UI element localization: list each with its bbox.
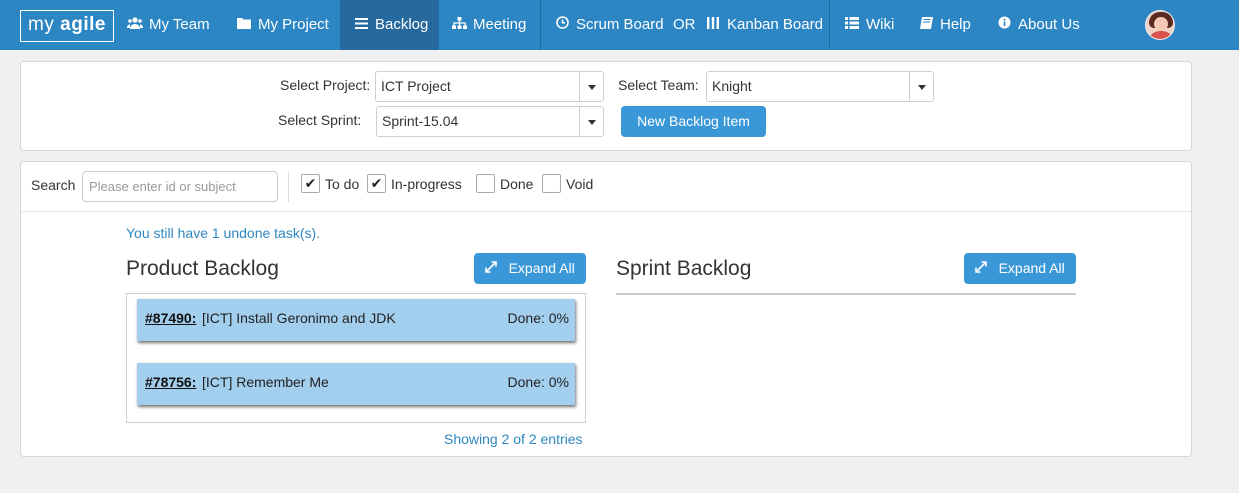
clock-icon — [554, 0, 570, 50]
project-label: Select Project: — [280, 77, 371, 93]
project-select[interactable]: ICT Project — [375, 71, 604, 102]
search-label: Search — [31, 177, 76, 193]
nav-my-team[interactable]: My Team — [127, 0, 210, 50]
team-select[interactable]: Knight — [706, 71, 934, 102]
backlog-item[interactable]: #87490: [ICT] Install Geronimo and JDK D… — [137, 299, 575, 341]
backlog-item-subject: [ICT] Install Geronimo and JDK — [202, 310, 396, 326]
columns-icon — [705, 0, 721, 50]
backlog-item-subject: [ICT] Remember Me — [202, 374, 329, 390]
folder-icon — [236, 0, 252, 50]
th-list-icon — [844, 0, 860, 50]
nav-divider — [829, 0, 830, 50]
users-icon — [127, 0, 143, 50]
sprint-expand-all-button[interactable]: Expand All — [964, 253, 1076, 284]
sprint-select[interactable]: Sprint-15.04 — [376, 106, 604, 137]
filter-bar: Search ✔ To do ✔ In-progress Done Void — [21, 162, 1191, 212]
sprint-backlog-title: Sprint Backlog — [616, 257, 752, 280]
chevron-down-icon — [579, 107, 603, 136]
info-icon — [996, 0, 1012, 50]
nav-divider — [540, 0, 541, 50]
todo-checkbox[interactable]: ✔ — [301, 174, 320, 193]
nav-scrum-board[interactable]: Scrum Board — [554, 0, 664, 50]
backlog-item-progress: Done: 0% — [507, 310, 569, 326]
done-label: Done — [500, 176, 534, 192]
list-icon — [353, 0, 369, 50]
sprint-backlog-list — [616, 293, 1076, 295]
search-input[interactable] — [82, 171, 278, 202]
brand-logo[interactable]: my agile — [20, 10, 114, 42]
nav-about-us[interactable]: About Us — [996, 0, 1080, 50]
expand-icon — [485, 261, 500, 276]
nav-wiki[interactable]: Wiki — [844, 0, 894, 50]
filter-divider — [288, 172, 289, 202]
undone-task-notice: You still have 1 undone task(s). — [126, 225, 321, 241]
chevron-down-icon — [579, 72, 603, 101]
expand-icon — [975, 261, 990, 276]
in-progress-label: In-progress — [391, 176, 462, 192]
chevron-down-icon — [909, 72, 933, 101]
entries-count: Showing 2 of 2 entries — [444, 431, 583, 447]
product-backlog-list: #87490: [ICT] Install Geronimo and JDK D… — [126, 293, 586, 423]
product-expand-all-button[interactable]: Expand All — [474, 253, 586, 284]
nav-my-project[interactable]: My Project — [236, 0, 329, 50]
user-avatar[interactable] — [1145, 10, 1175, 40]
void-label: Void — [566, 176, 594, 192]
backlog-item-id[interactable]: #78756: — [145, 374, 196, 390]
backlog-item[interactable]: #78756: [ICT] Remember Me Done: 0% — [137, 363, 575, 405]
todo-label: To do — [325, 176, 360, 192]
book-icon — [918, 0, 934, 50]
nav-help[interactable]: Help — [918, 0, 971, 50]
sitemap-icon — [451, 0, 467, 50]
done-checkbox[interactable] — [476, 174, 495, 193]
new-backlog-item-button[interactable]: New Backlog Item — [621, 106, 766, 137]
team-label: Select Team: — [618, 77, 699, 93]
backlog-panel: Search ✔ To do ✔ In-progress Done Void Y… — [20, 161, 1192, 457]
void-checkbox[interactable] — [542, 174, 561, 193]
nav-or-text: OR — [673, 16, 696, 33]
in-progress-checkbox[interactable]: ✔ — [367, 174, 386, 193]
nav-backlog[interactable]: Backlog — [340, 0, 439, 50]
sprint-label: Select Sprint: — [278, 112, 362, 128]
nav-meeting[interactable]: Meeting — [451, 0, 526, 50]
backlog-item-progress: Done: 0% — [507, 374, 569, 390]
product-backlog-title: Product Backlog — [126, 257, 279, 280]
top-navbar: my agile My Team My Project Backlog Meet… — [0, 0, 1239, 50]
selection-panel: Select Project: ICT Project Select Team:… — [20, 61, 1192, 151]
nav-kanban-board[interactable]: Kanban Board — [705, 0, 823, 50]
backlog-item-id[interactable]: #87490: — [145, 310, 196, 326]
